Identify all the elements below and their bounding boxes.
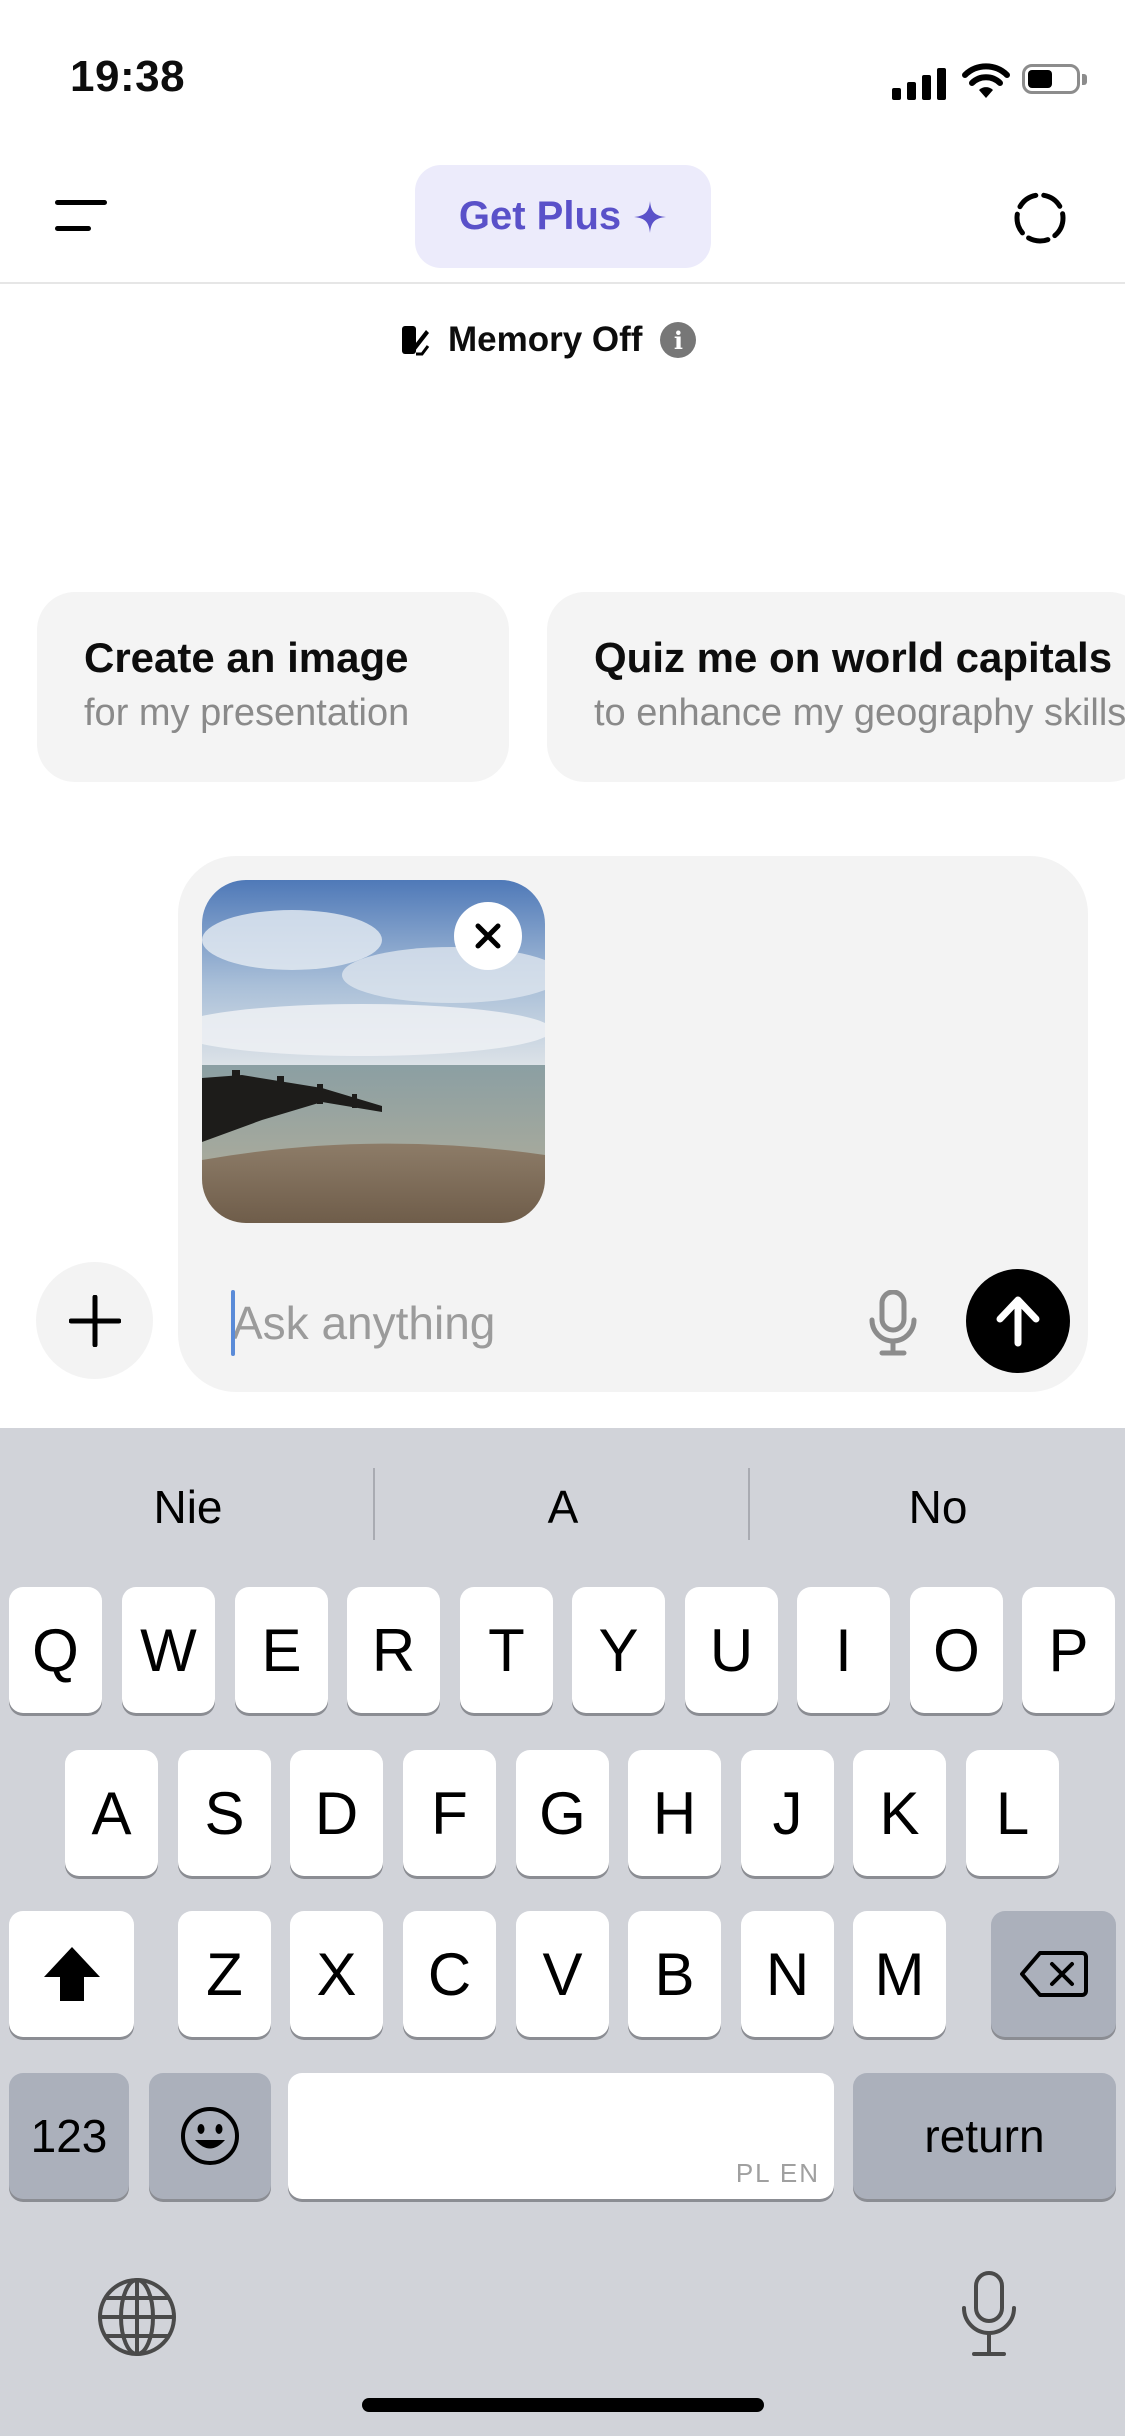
close-icon xyxy=(475,923,501,949)
message-input[interactable] xyxy=(232,1288,832,1358)
microphone-icon[interactable] xyxy=(868,1290,918,1356)
get-plus-label: Get Plus xyxy=(458,194,622,238)
key-z[interactable]: Z xyxy=(178,1911,271,2037)
space-key[interactable]: PL EN xyxy=(288,2073,834,2199)
keyboard-suggestion[interactable]: No xyxy=(751,1468,1125,1546)
key-s[interactable]: S xyxy=(178,1750,271,1876)
backspace-icon xyxy=(1019,1951,1088,1997)
dictation-microphone-icon[interactable] xyxy=(958,2270,1020,2358)
temporary-chat-icon[interactable] xyxy=(1012,190,1068,246)
key-a[interactable]: A xyxy=(65,1750,158,1876)
key-o[interactable]: O xyxy=(910,1587,1003,1713)
key-e[interactable]: E xyxy=(235,1587,328,1713)
backspace-key[interactable] xyxy=(991,1911,1116,2037)
battery-icon xyxy=(1022,64,1090,98)
key-r[interactable]: R xyxy=(347,1587,440,1713)
keyboard-suggestion[interactable]: A xyxy=(376,1468,750,1546)
keyboard-languages: PL EN xyxy=(735,2158,820,2188)
suggestion-divider xyxy=(373,1468,375,1540)
key-p[interactable]: P xyxy=(1022,1587,1115,1713)
sidebar-menu-icon[interactable] xyxy=(55,198,111,234)
home-indicator[interactable] xyxy=(362,2398,764,2412)
globe-icon[interactable] xyxy=(96,2276,178,2358)
key-c[interactable]: C xyxy=(403,1911,496,2037)
key-g[interactable]: G xyxy=(516,1750,609,1876)
key-u[interactable]: U xyxy=(685,1587,778,1713)
suggestion-title: Create an image xyxy=(84,634,409,681)
key-j[interactable]: J xyxy=(741,1750,834,1876)
get-plus-button[interactable]: Get Plus xyxy=(415,165,711,268)
memory-label: Memory Off xyxy=(448,320,643,359)
text-cursor xyxy=(231,1290,235,1356)
key-k[interactable]: K xyxy=(853,1750,946,1876)
add-attachment-button[interactable] xyxy=(36,1262,153,1379)
arrow-up-icon xyxy=(996,1296,1040,1347)
key-d[interactable]: D xyxy=(290,1750,383,1876)
suggestion-card-1[interactable]: Create an image for my presentation xyxy=(37,592,509,782)
numbers-key[interactable]: 123 xyxy=(9,2073,129,2199)
key-w[interactable]: W xyxy=(122,1587,215,1713)
key-v[interactable]: V xyxy=(516,1911,609,2037)
remove-attachment-button[interactable] xyxy=(454,902,522,970)
key-x[interactable]: X xyxy=(290,1911,383,2037)
memory-off-icon xyxy=(402,326,430,356)
suggestion-divider xyxy=(748,1468,750,1540)
suggestion-title: Quiz me on world capitals xyxy=(594,634,1113,681)
key-i[interactable]: I xyxy=(797,1587,890,1713)
shift-key[interactable] xyxy=(9,1911,134,2037)
key-b[interactable]: B xyxy=(628,1911,721,2037)
cellular-signal-icon xyxy=(892,66,952,100)
keyboard-suggestion[interactable]: Nie xyxy=(1,1468,375,1546)
suggestion-subtitle: to enhance my geography skills xyxy=(594,692,1125,734)
key-m[interactable]: M xyxy=(853,1911,946,2037)
key-n[interactable]: N xyxy=(741,1911,834,2037)
key-h[interactable]: H xyxy=(628,1750,721,1876)
status-time: 19:38 xyxy=(70,52,186,101)
wifi-icon xyxy=(962,63,1010,98)
emoji-icon xyxy=(181,2107,239,2165)
memory-status[interactable]: Memory Off i xyxy=(400,318,697,362)
header-divider xyxy=(0,282,1125,284)
key-l[interactable]: L xyxy=(966,1750,1059,1876)
shift-icon xyxy=(43,1947,100,2001)
key-f[interactable]: F xyxy=(403,1750,496,1876)
key-y[interactable]: Y xyxy=(572,1587,665,1713)
key-q[interactable]: Q xyxy=(9,1587,102,1713)
plus-icon xyxy=(68,1294,121,1347)
sparkle-icon xyxy=(634,200,667,233)
suggestion-card-2[interactable]: Quiz me on world capitals to enhance my … xyxy=(547,592,1125,782)
send-button[interactable] xyxy=(966,1269,1070,1373)
emoji-key[interactable] xyxy=(149,2073,271,2199)
suggestion-subtitle: for my presentation xyxy=(84,692,410,734)
key-t[interactable]: T xyxy=(460,1587,553,1713)
return-key[interactable]: return xyxy=(853,2073,1116,2199)
info-icon[interactable]: i xyxy=(660,322,697,358)
